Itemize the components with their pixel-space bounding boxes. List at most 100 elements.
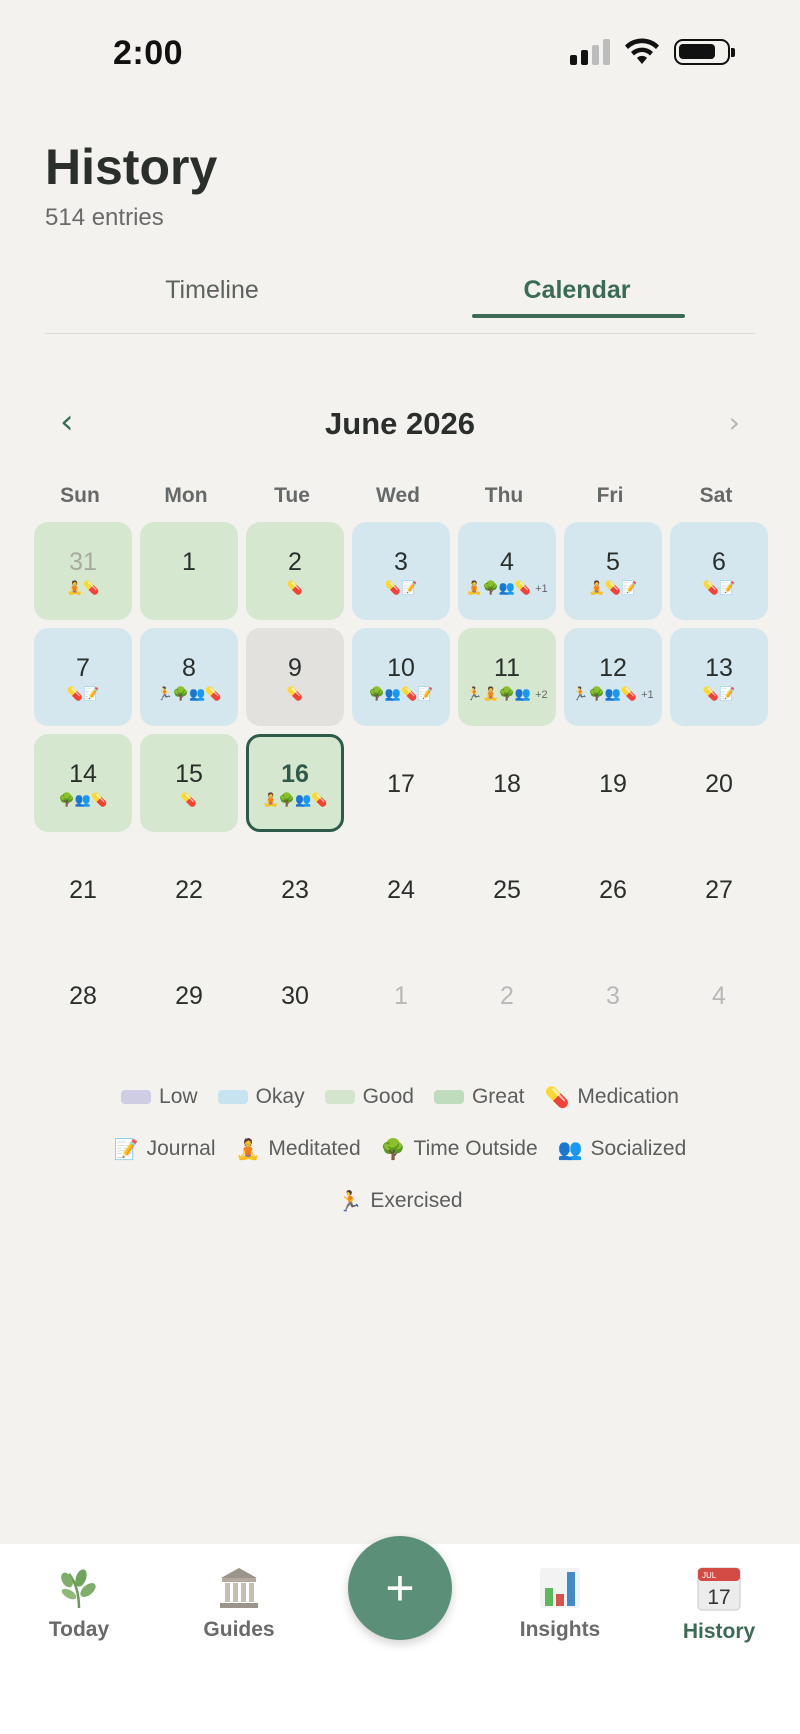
calendar-day[interactable]: 26 (564, 840, 662, 938)
calendar-day[interactable]: 23 (246, 840, 344, 938)
calendar-day[interactable]: 27 (670, 840, 768, 938)
view-tabs: Timeline Calendar (45, 268, 755, 334)
day-number: 10 (387, 654, 415, 682)
nav-today[interactable]: Today (19, 1562, 139, 1642)
calendar-day[interactable]: 24 (352, 840, 450, 938)
day-activity-icons: 🌳👥💊 (59, 793, 108, 809)
activity-icons: 💊📝 (384, 581, 418, 596)
day-activity-icons: 💊📝 (385, 581, 417, 597)
calendar-day[interactable]: 5 🧘💊📝 (564, 522, 662, 620)
calendar-day[interactable]: 18 (458, 734, 556, 832)
activity-icons: 💊 (286, 581, 304, 596)
calendar-day[interactable]: 1 (140, 522, 238, 620)
day-number: 5 (606, 548, 620, 576)
calendar-day[interactable]: 25 (458, 840, 556, 938)
day-number: 26 (599, 876, 627, 904)
tab-calendar[interactable]: Calendar (472, 276, 682, 305)
day-number: 1 (394, 982, 408, 1010)
day-number: 19 (599, 770, 627, 798)
day-number: 1 (182, 548, 196, 576)
legend-label: Exercised (370, 1189, 463, 1212)
calendar-day[interactable]: 2 💊 (246, 522, 344, 620)
calendar-day[interactable]: 22 (140, 840, 238, 938)
nav-insights[interactable]: Insights (500, 1562, 620, 1642)
legend-activity-icon: 💊 (544, 1085, 570, 1109)
calendar-day[interactable]: 30 (246, 946, 344, 1044)
day-number: 2 (500, 982, 514, 1010)
legend-label: Journal (146, 1137, 216, 1160)
svg-text:17: 17 (707, 1586, 730, 1609)
chevron-right-icon[interactable]: › (729, 406, 740, 439)
activity-icons: 🌳👥💊 (58, 793, 108, 808)
day-activity-icons: 🏃🌳👥💊 (157, 687, 222, 703)
legend-label: Meditated (268, 1137, 361, 1160)
add-entry-button[interactable]: + (348, 1536, 452, 1640)
legend-item: Good (324, 1085, 414, 1109)
calendar-grid: 31 🧘💊 1 2 💊 3 💊📝 4 🧘🌳👥💊 +1 5 🧘💊📝 6 💊📝 7 💊📝 8 🏃🌳👥💊 9 💊 10 🌳👥💊📝… (34, 522, 768, 1044)
day-number: 4 (500, 548, 514, 576)
day-activity-icons: 🏃🧘🌳👥 +2 (466, 687, 547, 703)
page-title: History (45, 139, 218, 195)
legend-row: 🏃 Exercised (40, 1189, 760, 1213)
calendar-day[interactable]: 4 🧘🌳👥💊 +1 (458, 522, 556, 620)
legend-item: Low (121, 1085, 198, 1109)
activity-icons: 🏃🌳👥💊 (156, 687, 222, 702)
calendar-day[interactable]: 11 🏃🧘🌳👥 +2 (458, 628, 556, 726)
calendar-day[interactable]: 3 💊📝 (352, 522, 450, 620)
day-number: 30 (281, 982, 309, 1010)
calendar-day[interactable]: 15 💊 (140, 734, 238, 832)
day-number: 9 (288, 654, 302, 682)
day-activity-icons: 💊📝 (703, 687, 735, 703)
calendar-day[interactable]: 19 (564, 734, 662, 832)
svg-text:JUL: JUL (702, 1571, 717, 1580)
legend-item: Okay (217, 1085, 305, 1109)
calendar-day[interactable]: 21 (34, 840, 132, 938)
legend-item: 💊 Medication (544, 1085, 678, 1109)
calendar-day[interactable]: 9 💊 (246, 628, 344, 726)
day-number: 14 (69, 760, 97, 788)
calendar-day[interactable]: 1 (352, 946, 450, 1044)
tab-timeline[interactable]: Timeline (107, 276, 317, 305)
calendar-day[interactable]: 13 💊📝 (670, 628, 768, 726)
day-number: 2 (288, 548, 302, 576)
activity-icons: 💊📝 (702, 687, 736, 702)
day-activity-icons: 🧘🌳👥💊 +1 (466, 581, 547, 597)
calendar-icon: JUL 17 (659, 1564, 779, 1612)
calendar-day[interactable]: 31 🧘💊 (34, 522, 132, 620)
calendar-day[interactable]: 7 💊📝 (34, 628, 132, 726)
day-number: 3 (394, 548, 408, 576)
day-activity-icons: 🌳👥💊📝 (369, 687, 434, 703)
calendar-day[interactable]: 14 🌳👥💊 (34, 734, 132, 832)
more-activities-count: +1 (641, 689, 654, 701)
day-number: 22 (175, 876, 203, 904)
bar-chart-icon (500, 1562, 620, 1610)
calendar-day[interactable]: 6 💊📝 (670, 522, 768, 620)
legend-label: Low (159, 1085, 198, 1108)
weekday-header: Sun Mon Tue Wed Thu Fri Sat (30, 484, 770, 508)
status-bar: 2:00 (0, 0, 800, 100)
nav-history[interactable]: JUL 17 History (659, 1564, 779, 1644)
calendar-day[interactable]: 12 🏃🌳👥💊 +1 (564, 628, 662, 726)
calendar-day-today[interactable]: 16 🧘🌳👥💊 (246, 734, 344, 832)
calendar-day[interactable]: 29 (140, 946, 238, 1044)
calendar-day[interactable]: 8 🏃🌳👥💊 (140, 628, 238, 726)
day-number: 20 (705, 770, 733, 798)
calendar-day[interactable]: 2 (458, 946, 556, 1044)
nav-guides[interactable]: Guides (179, 1562, 299, 1642)
day-number: 8 (182, 654, 196, 682)
weekday-label: Tue (274, 484, 310, 507)
activity-icons: 🧘💊📝 (588, 581, 638, 596)
leaf-icon (19, 1562, 139, 1610)
activity-icons: 💊 (180, 793, 198, 808)
calendar-day[interactable]: 4 (670, 946, 768, 1044)
calendar-day[interactable]: 10 🌳👥💊📝 (352, 628, 450, 726)
legend-activity-icon: 🧘 (235, 1137, 261, 1161)
calendar-day[interactable]: 17 (352, 734, 450, 832)
calendar-day[interactable]: 28 (34, 946, 132, 1044)
activity-icons: 🧘💊 (66, 581, 100, 596)
calendar-day[interactable]: 3 (564, 946, 662, 1044)
legend-label: Great (471, 1085, 525, 1108)
month-navigation: ‹ June 2026 › (45, 400, 755, 450)
legend-activity-icon: 🌳 (380, 1137, 406, 1161)
calendar-day[interactable]: 20 (670, 734, 768, 832)
